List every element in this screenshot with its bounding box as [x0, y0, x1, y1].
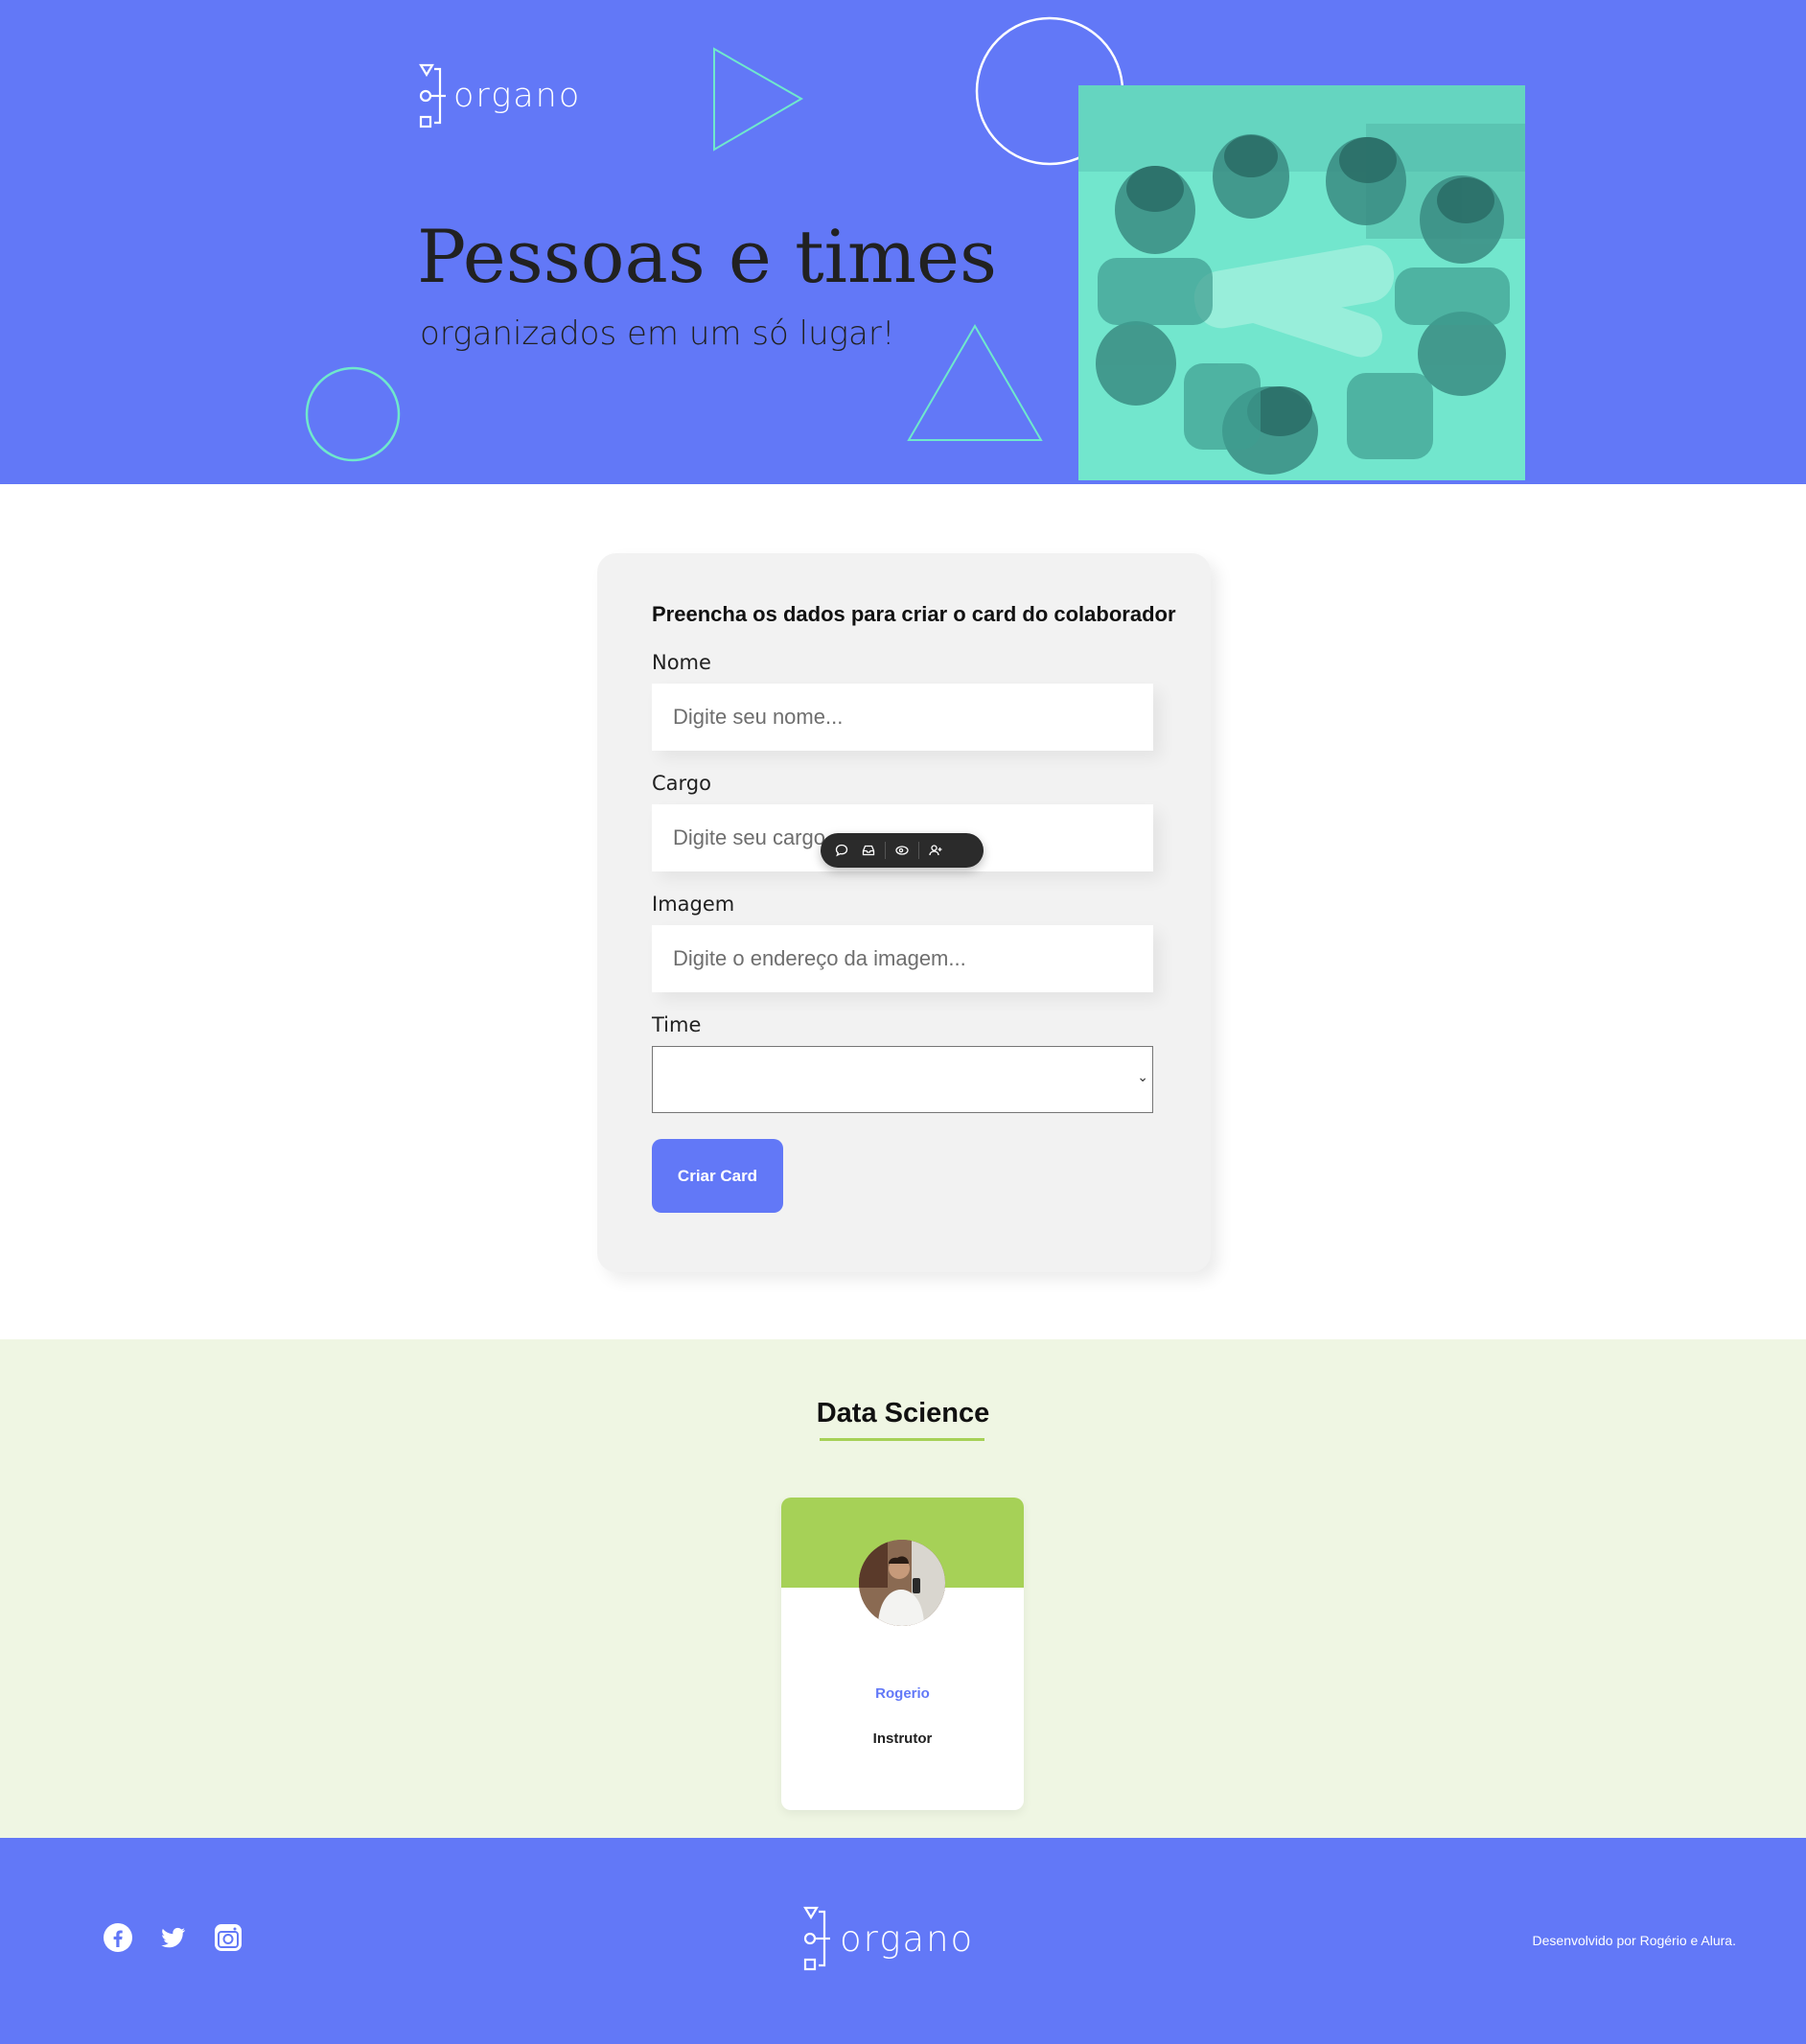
add-user-icon[interactable]: [922, 837, 949, 864]
avatar: [859, 1540, 945, 1626]
collaborator-card[interactable]: Rogerio Instrutor: [781, 1498, 1024, 1810]
comment-icon[interactable]: [828, 837, 855, 864]
image-label: Imagem: [652, 893, 735, 916]
avatar-photo: [859, 1540, 945, 1626]
team-title-underline: [820, 1438, 984, 1441]
chevron-down-icon: ⌄: [1137, 1070, 1148, 1085]
footer-logo[interactable]: organo: [801, 1906, 974, 1971]
role-label: Cargo: [652, 772, 711, 795]
form-heading: Preencha os dados para criar o card do c…: [652, 602, 1176, 626]
footer-logo-text: organo: [840, 1917, 975, 1960]
name-input[interactable]: [652, 684, 1153, 751]
create-card-button[interactable]: Criar Card: [652, 1139, 783, 1213]
banner: organo Pessoas e times organizados em um…: [0, 0, 1806, 484]
eye-icon[interactable]: [889, 837, 915, 864]
team-select[interactable]: ⌄: [652, 1046, 1153, 1113]
floating-toolbar: [821, 833, 984, 868]
header-logo[interactable]: organo: [419, 63, 581, 128]
facebook-icon[interactable]: [103, 1922, 133, 1953]
instagram-icon[interactable]: [213, 1922, 243, 1953]
name-label: Nome: [652, 651, 711, 674]
inbox-icon[interactable]: [855, 837, 882, 864]
logo-text: organo: [453, 77, 582, 115]
image-url-input[interactable]: [652, 925, 1153, 992]
team-title: Data Science: [816, 1398, 990, 1428]
toolbar-divider: [885, 842, 886, 859]
footer-credit: Desenvolvido por Rogério e Alura.: [1532, 1933, 1736, 1948]
circle-outline-shape-small: [305, 366, 401, 462]
triangle-outline-shape-lower: [907, 324, 1043, 441]
toolbar-divider: [918, 842, 919, 859]
team-label: Time: [652, 1013, 702, 1036]
organo-logo-icon: [419, 63, 446, 128]
organo-logo-icon: [803, 1906, 830, 1971]
twitter-icon[interactable]: [157, 1922, 188, 1953]
hero-subtitle: organizados em um só lugar!: [420, 314, 895, 353]
team-photo-illustration: [1078, 85, 1525, 480]
hero-title: Pessoas e times: [417, 214, 997, 299]
collaborator-name: Rogerio: [875, 1685, 930, 1702]
collaborator-role: Instrutor: [872, 1730, 933, 1747]
triangle-outline-shape: [713, 47, 804, 151]
hero-image: [1078, 85, 1525, 480]
